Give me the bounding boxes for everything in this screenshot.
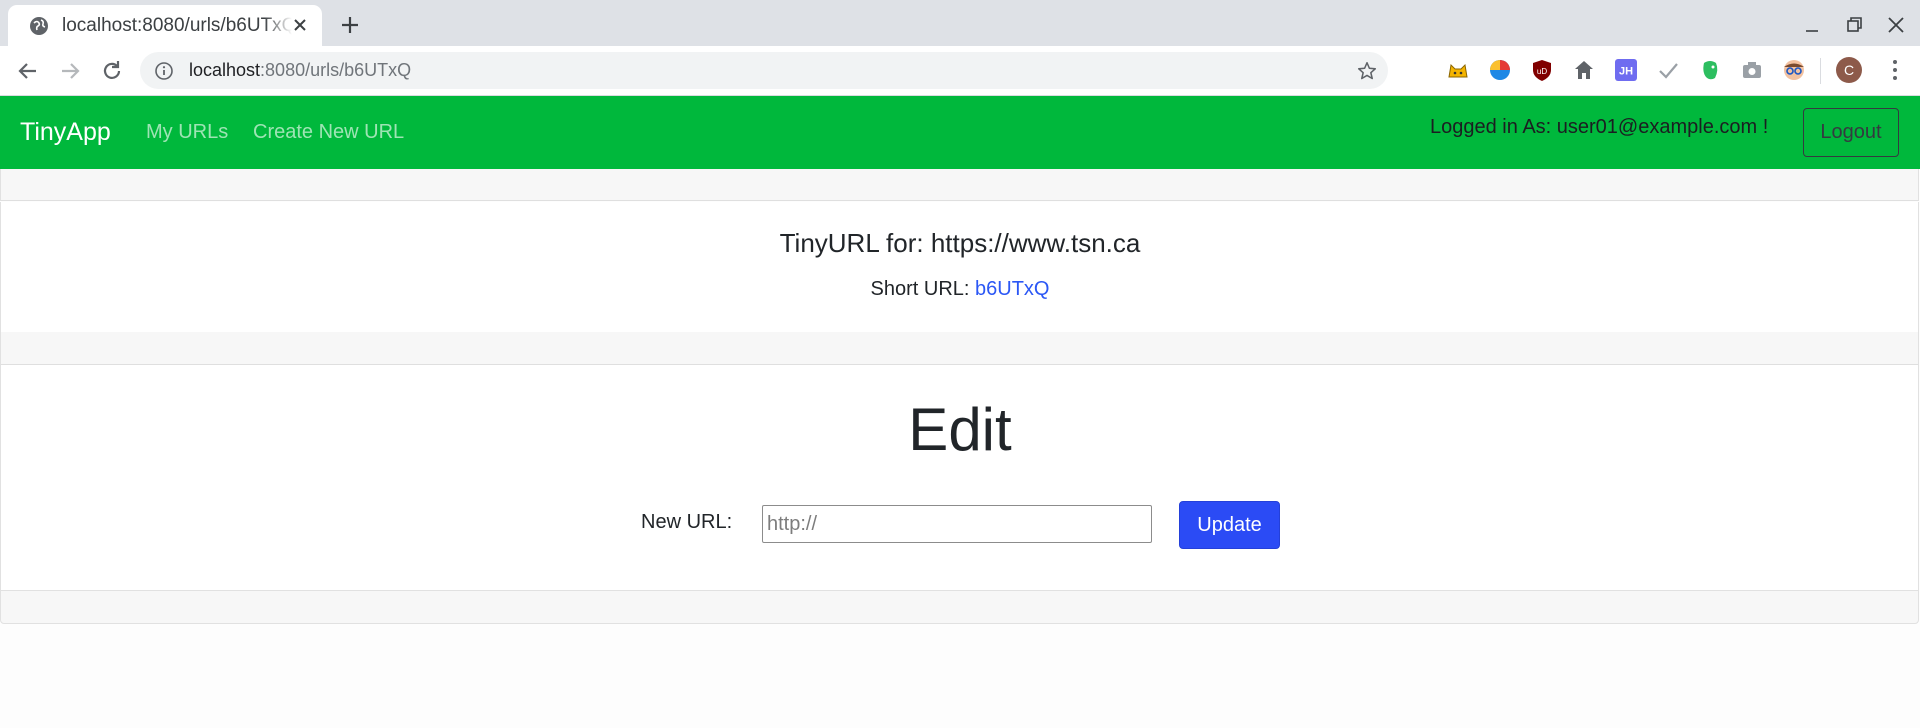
new-url-label: New URL: — [641, 511, 733, 533]
close-window-icon[interactable] — [1883, 12, 1909, 38]
card-header — [0, 332, 1919, 365]
edit-heading: Edit — [908, 396, 1012, 463]
home-icon[interactable] — [1569, 55, 1599, 85]
logout-button[interactable]: Logout — [1803, 108, 1899, 157]
checkmark-icon[interactable] — [1653, 55, 1683, 85]
url-info-card — [0, 202, 1919, 332]
brand-link[interactable]: TinyApp — [20, 118, 111, 147]
nav-link-create-new-url[interactable]: Create New URL — [253, 121, 404, 144]
browser-tab[interactable]: localhost:8080/urls/b6UTxQ — [8, 5, 322, 46]
camera-icon[interactable] — [1737, 55, 1767, 85]
evernote-icon[interactable] — [1695, 55, 1725, 85]
cat-extension-icon[interactable] — [1443, 55, 1473, 85]
browser-menu-icon[interactable] — [1880, 55, 1910, 85]
back-arrow-icon[interactable] — [15, 58, 41, 84]
logged-in-text: Logged in As: user01@example.com ! — [1430, 116, 1769, 138]
profile-avatar[interactable]: C — [1836, 57, 1862, 83]
jh-extension-icon[interactable]: JH — [1611, 55, 1641, 85]
tinyurl-title: TinyURL for: https://www.tsn.ca — [779, 228, 1141, 258]
toolbar-separator — [1820, 58, 1821, 84]
ublock-icon[interactable]: uD — [1527, 55, 1557, 85]
new-tab-icon[interactable] — [337, 12, 363, 38]
globe-icon — [30, 16, 48, 35]
info-icon[interactable] — [154, 61, 174, 81]
card-header — [0, 169, 1919, 201]
forward-arrow-icon[interactable] — [57, 58, 83, 84]
url-host: localhost — [189, 60, 261, 80]
update-button[interactable]: Update — [1179, 501, 1280, 549]
short-url-label: Short URL: — [870, 278, 975, 300]
colorful-extension-icon[interactable] — [1485, 55, 1515, 85]
short-url-link[interactable]: b6UTxQ — [975, 278, 1049, 300]
new-url-input[interactable] — [762, 505, 1152, 543]
minimize-icon[interactable] — [1800, 13, 1824, 37]
card-footer — [0, 590, 1919, 624]
restore-icon[interactable] — [1842, 13, 1866, 37]
short-url-line: Short URL: b6UTxQ — [0, 278, 1920, 301]
address-bar[interactable]: localhost:8080/urls/b6UTxQ — [140, 52, 1388, 89]
glasses-face-icon[interactable] — [1779, 55, 1809, 85]
bookmark-star-icon[interactable] — [1356, 60, 1378, 82]
nav-link-my-urls[interactable]: My URLs — [146, 121, 228, 144]
tab-title: localhost:8080/urls/b6UTxQ — [62, 14, 292, 36]
svg-text:JH: JH — [1619, 66, 1633, 78]
close-tab-icon[interactable] — [292, 17, 308, 33]
svg-text:uD: uD — [1537, 67, 1547, 76]
url-path: :8080/urls/b6UTxQ — [260, 60, 412, 80]
reload-icon[interactable] — [99, 58, 125, 84]
